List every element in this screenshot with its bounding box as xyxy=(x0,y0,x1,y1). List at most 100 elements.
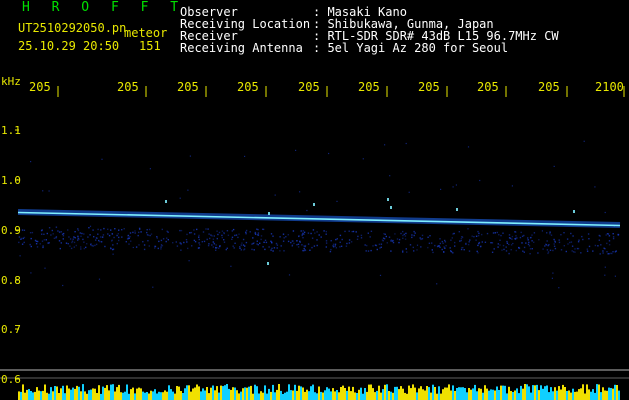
bottom-noise-bar xyxy=(504,385,506,400)
noise-dot xyxy=(530,236,532,239)
echo-blip xyxy=(387,198,389,201)
noise-dot xyxy=(232,228,235,231)
noise-dot xyxy=(121,229,123,231)
y-tick-label: 0.6 xyxy=(1,373,21,386)
noise-dot xyxy=(402,234,404,237)
noise-dot xyxy=(95,239,97,241)
bottom-noise-bar xyxy=(308,391,310,400)
noise-dot xyxy=(186,241,188,243)
noise-dot xyxy=(313,245,316,247)
bottom-noise-bar xyxy=(458,387,460,400)
bottom-noise-bar xyxy=(160,392,162,400)
bottom-noise-bar xyxy=(218,392,220,400)
bottom-noise-bar xyxy=(96,393,98,400)
bottom-noise-bar xyxy=(448,384,450,400)
bottom-noise-bar xyxy=(384,384,386,400)
x-tick-label: 205 xyxy=(298,80,320,94)
noise-dot xyxy=(307,232,310,234)
noise-dot xyxy=(156,236,158,238)
bottom-noise-bar xyxy=(90,389,92,400)
bottom-noise-bar xyxy=(242,388,244,400)
bottom-noise-bar xyxy=(256,386,258,400)
bottom-noise-bar xyxy=(592,389,594,400)
noise-dot xyxy=(43,239,45,241)
noise-dot xyxy=(527,243,530,246)
noise-dot xyxy=(325,240,328,242)
bottom-noise-bar xyxy=(612,388,614,400)
noise-dot xyxy=(138,244,140,246)
noise-dot xyxy=(225,248,227,251)
noise-dot xyxy=(142,241,144,243)
bottom-noise-bar xyxy=(470,389,472,400)
bottom-noise-bar xyxy=(518,393,520,400)
noise-dot xyxy=(612,237,615,240)
noise-dot xyxy=(565,250,567,253)
bottom-noise-bar xyxy=(324,390,326,400)
noise-dot xyxy=(452,186,454,188)
noise-dot xyxy=(602,250,604,252)
noise-dot xyxy=(612,236,615,238)
bottom-noise-bar xyxy=(152,391,154,400)
bottom-noise-bar xyxy=(548,392,550,400)
noise-dot xyxy=(217,233,219,236)
noise-dot xyxy=(454,245,456,247)
noise-dot xyxy=(431,242,433,244)
bottom-noise-bar xyxy=(300,386,302,400)
noise-dot xyxy=(303,231,306,233)
noise-dot xyxy=(20,237,23,240)
noise-dot xyxy=(238,233,240,235)
noise-dot xyxy=(77,235,79,237)
noise-dot xyxy=(226,230,229,232)
noise-dot xyxy=(376,248,378,251)
brand-title: H R O F F T xyxy=(22,0,186,15)
x-tick-label: 205 xyxy=(117,80,139,94)
noise-dot xyxy=(152,286,154,288)
bottom-noise-bar xyxy=(258,393,260,400)
noise-dot xyxy=(57,230,59,232)
bottom-noise-bar xyxy=(568,390,570,400)
bottom-noise-bar xyxy=(186,385,188,400)
noise-dot xyxy=(574,248,576,250)
noise-dot xyxy=(570,232,572,235)
noise-dot xyxy=(254,233,257,235)
noise-dot xyxy=(370,249,372,252)
noise-dot xyxy=(139,228,141,230)
noise-dot xyxy=(296,240,298,242)
noise-dot xyxy=(116,242,118,245)
noise-dot xyxy=(48,190,50,192)
noise-dot xyxy=(291,240,293,242)
noise-dot xyxy=(477,244,479,247)
bottom-noise-bar xyxy=(320,391,322,400)
noise-dot xyxy=(298,235,300,238)
bottom-noise-bar xyxy=(196,384,198,400)
noise-dot xyxy=(77,237,79,240)
noise-dot xyxy=(531,248,533,250)
noise-dot xyxy=(367,250,370,252)
bottom-noise-bar xyxy=(174,393,176,400)
noise-dot xyxy=(316,244,318,247)
x-tick-label: 205 xyxy=(538,80,560,94)
bottom-noise-bar xyxy=(330,391,332,400)
bottom-noise-bar xyxy=(42,390,44,400)
noise-dot xyxy=(442,242,444,244)
noise-dot xyxy=(460,248,463,251)
bottom-noise-bar xyxy=(618,390,620,400)
noise-dot xyxy=(211,235,213,237)
noise-dot xyxy=(477,235,480,237)
bottom-noise-bar xyxy=(484,385,486,400)
noise-dot xyxy=(478,232,480,235)
noise-dot xyxy=(325,246,327,248)
bottom-noise-bar xyxy=(28,389,30,400)
noise-dot xyxy=(531,240,533,242)
bottom-noise-bar xyxy=(268,388,270,400)
noise-dot xyxy=(107,233,109,235)
bottom-noise-bar xyxy=(400,386,402,400)
echo-blip xyxy=(267,262,269,265)
bottom-noise-bar xyxy=(122,392,124,400)
noise-dot xyxy=(146,231,148,234)
x-tick-label: 205 xyxy=(29,80,51,94)
bottom-noise-bar xyxy=(552,391,554,400)
noise-dot xyxy=(190,231,193,234)
noise-dot xyxy=(403,233,405,236)
noise-dot xyxy=(604,274,606,276)
